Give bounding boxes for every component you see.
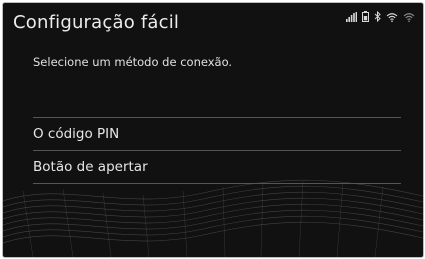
battery-icon [362, 7, 369, 26]
option-push-button[interactable]: Botão de apertar [33, 150, 401, 184]
option-pin-code[interactable]: O código PIN [33, 117, 401, 150]
screen-frame: Configuração fácil Selecione um método d… [2, 2, 424, 258]
status-bar [346, 10, 415, 26]
wifi-icon [386, 7, 398, 26]
option-label: O código PIN [33, 126, 120, 142]
option-label: Botão de apertar [33, 159, 148, 175]
bluetooth-icon [374, 7, 381, 26]
signal-strength-icon [346, 7, 357, 26]
page-title: Configuração fácil [13, 12, 180, 33]
connection-method-list: O código PIN Botão de apertar [33, 117, 401, 184]
wifi-alt-icon [403, 7, 415, 26]
instruction-text: Selecione um método de conexão. [33, 55, 233, 69]
